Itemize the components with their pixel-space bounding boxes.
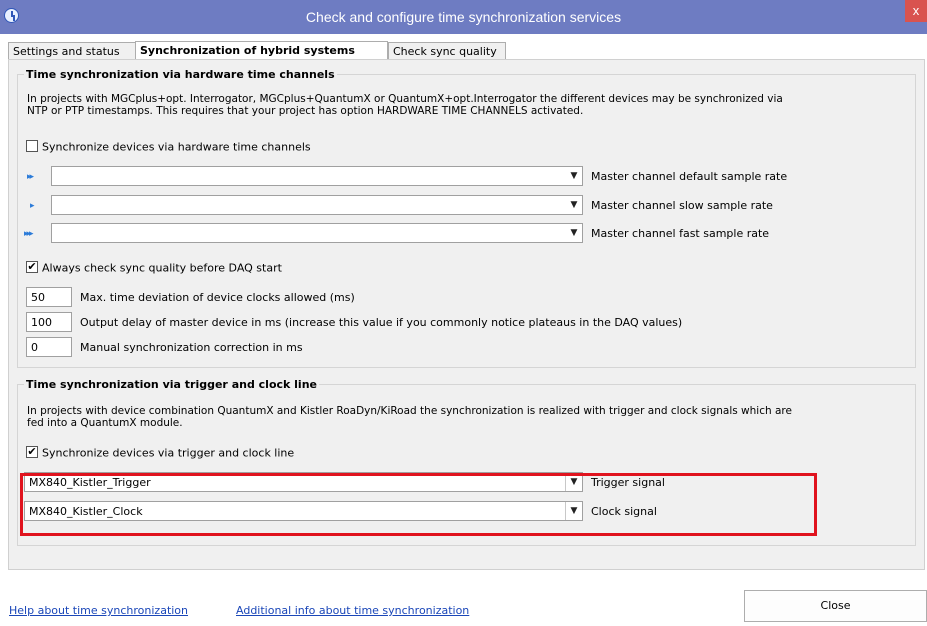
tab-panel: Time synchronization via hardware time c… [8, 59, 925, 570]
master-channel-default-combo[interactable]: ▼ [51, 166, 583, 186]
hw-section-description: In projects with MGCplus+opt. Interrogat… [27, 93, 783, 117]
trigger-sync-checkbox-row[interactable]: ✔ Synchronize devices via trigger and clo… [26, 445, 294, 461]
tab-check-sync-quality[interactable]: Check sync quality [388, 42, 506, 60]
quality-check-checkbox-row[interactable]: ✔ Always check sync quality before DAQ st… [26, 260, 282, 276]
quality-check-checkbox[interactable]: ✔ [26, 261, 38, 273]
additional-info-link[interactable]: Additional info about time synchronizati… [236, 604, 469, 617]
highlight-box [20, 473, 817, 536]
trigger-sync-checkbox-label: Synchronize devices via trigger and cloc… [42, 446, 295, 460]
quality-check-label: Always check sync quality before DAQ sta… [42, 261, 282, 275]
chevron-down-icon[interactable]: ▼ [566, 196, 582, 214]
close-button[interactable]: Close [744, 590, 927, 622]
chevron-down-icon[interactable]: ▼ [566, 224, 582, 242]
window-title: Check and configure time synchronization… [305, 9, 622, 25]
tab-synchronization-of-hybrid-systems[interactable]: Synchronization of hybrid systems [135, 41, 388, 61]
help-time-sync-link[interactable]: Help about time synchronization [9, 604, 188, 617]
trigger-section-title: Time synchronization via trigger and clo… [26, 378, 317, 391]
hw-sync-checkbox-label: Synchronize devices via hardware time ch… [42, 140, 311, 154]
master-channel-slow-label: Master channel slow sample rate [591, 199, 773, 212]
default-rate-icon: ▸▸ [27, 172, 34, 182]
title-bar: Check and configure time synchronization… [0, 0, 927, 34]
fast-rate-icon: ▸▸▸ [24, 229, 33, 239]
master-channel-default-label: Master channel default sample rate [591, 170, 788, 183]
master-channel-fast-label: Master channel fast sample rate [591, 227, 770, 240]
output-delay-input[interactable]: 100 [26, 312, 72, 332]
window-close-button[interactable]: x [905, 0, 927, 22]
hw-description-line-1: In projects with MGCplus+opt. Interrogat… [27, 93, 783, 105]
hw-sync-checkbox[interactable] [26, 140, 38, 152]
chevron-down-icon[interactable]: ▼ [566, 167, 582, 185]
max-deviation-label: Max. time deviation of device clocks all… [80, 291, 355, 304]
hw-section-title: Time synchronization via hardware time c… [26, 68, 335, 81]
manual-correction-input[interactable]: 0 [26, 337, 72, 357]
hw-description-line-2: NTP or PTP timestamps. This requires tha… [27, 105, 584, 117]
trigger-section-description: In projects with device combination Quan… [27, 405, 792, 429]
trigger-sync-checkbox[interactable]: ✔ [26, 446, 38, 458]
tab-settings-and-status[interactable]: Settings and status [8, 42, 136, 60]
hw-sync-checkbox-row[interactable]: Synchronize devices via hardware time ch… [26, 139, 311, 155]
slow-rate-icon: ▸ [30, 201, 34, 211]
master-channel-slow-combo[interactable]: ▼ [51, 195, 583, 215]
output-delay-label: Output delay of master device in ms (inc… [80, 316, 683, 329]
master-channel-fast-combo[interactable]: ▼ [51, 223, 583, 243]
manual-correction-label: Manual synchronization correction in ms [80, 341, 303, 354]
trigger-description-line-2: fed into a QuantumX module. [27, 417, 183, 429]
max-deviation-input[interactable]: 50 [26, 287, 72, 307]
trigger-description-line-1: In projects with device combination Quan… [27, 405, 792, 417]
